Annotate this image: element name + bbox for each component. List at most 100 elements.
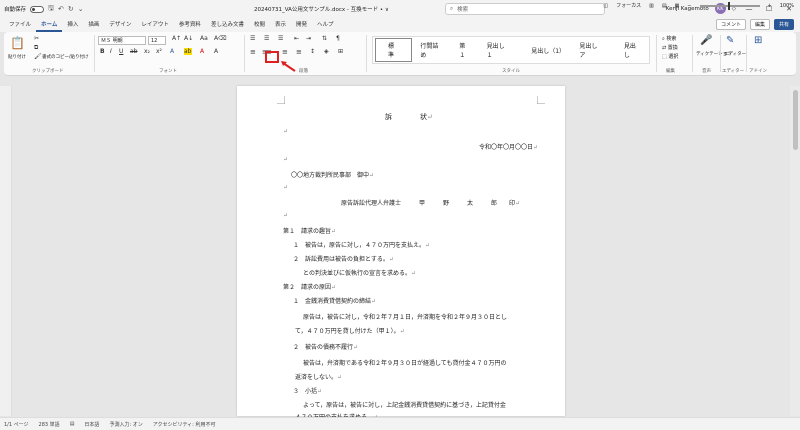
tab-file[interactable]: ファイル xyxy=(4,18,36,32)
decrease-indent-icon[interactable]: ⇤ xyxy=(294,35,299,42)
tab-layout[interactable]: レイアウト xyxy=(136,18,174,32)
show-marks-icon[interactable]: ¶ xyxy=(336,35,340,42)
zoom-slider[interactable] xyxy=(699,1,760,10)
underline-icon[interactable]: U xyxy=(119,48,123,55)
doc-item: ３ 小括↵ xyxy=(293,388,323,395)
accessibility-status[interactable]: アクセシビリティ: 利用不可 xyxy=(153,421,216,428)
clear-format-icon[interactable]: A⌫ xyxy=(214,35,227,42)
format-painter-label[interactable]: 書式のコピー/貼り付け xyxy=(42,54,89,60)
line-spacing-icon[interactable]: ↕ xyxy=(310,48,315,55)
redo-icon[interactable]: ↻ xyxy=(68,5,74,13)
paragraph-mark: ↵ xyxy=(283,184,289,191)
shrink-font-icon[interactable]: A↓ xyxy=(184,35,193,42)
italic-icon[interactable]: I xyxy=(110,48,112,55)
microphone-icon[interactable]: 🎤 xyxy=(700,35,712,46)
tab-review[interactable]: 校閲 xyxy=(249,18,270,32)
highlight-icon[interactable]: ab xyxy=(184,48,192,55)
divider xyxy=(94,35,95,72)
editor-icon[interactable]: ✎ xyxy=(726,35,734,46)
language[interactable]: 日本語 xyxy=(84,421,99,428)
doc-text: 返済をしない。↵ xyxy=(295,374,343,381)
editor-label[interactable]: エディター xyxy=(724,51,746,57)
undo-icon[interactable]: ↶ xyxy=(58,5,64,13)
strikethrough-icon[interactable]: ab xyxy=(130,48,138,55)
focus-mode[interactable]: フォーカス xyxy=(616,2,641,9)
addins-icon[interactable]: ⊞ xyxy=(754,35,762,46)
grow-font-icon[interactable]: A↑ xyxy=(172,35,181,42)
shading-icon[interactable]: ◈ xyxy=(324,48,329,55)
tab-developer[interactable]: 開発 xyxy=(291,18,312,32)
doc-text: 原告は，被告に対し，令和２年７月１日，弁済期を令和２年９月３０日とし xyxy=(303,314,508,321)
word-count[interactable]: 283 単語 xyxy=(39,421,60,428)
input-prediction[interactable]: 予測入力: オン xyxy=(109,421,142,428)
share-button[interactable]: 共有 xyxy=(773,19,794,30)
find-button[interactable]: ⌕ 検索 xyxy=(662,35,676,42)
multilevel-list-icon[interactable]: ☰ xyxy=(278,35,283,42)
format-painter-icon[interactable]: 🖌 xyxy=(34,53,42,60)
styles-group-label: スタイル xyxy=(502,69,520,74)
char-shading-icon[interactable]: A xyxy=(214,48,218,55)
borders-icon[interactable]: ⊞ xyxy=(338,48,343,55)
numbering-icon[interactable]: ☰ xyxy=(264,35,269,42)
style-heading-1[interactable]: 見出し １ xyxy=(479,38,524,62)
edit-mode-button[interactable]: 編集 xyxy=(749,19,770,30)
doc-item: １ 被告は，原告に対し，４７０万円を支払え。↵ xyxy=(293,242,431,249)
style-heading-paren1[interactable]: 見出し（1） xyxy=(523,38,571,62)
document-page[interactable]: 訴 状↵ ↵ 令和〇年〇月〇〇日↵ ↵ 〇〇地方裁判所民事部 御中↵ ↵ 原告訴… xyxy=(237,86,565,421)
scrollbar-thumb[interactable] xyxy=(793,90,798,150)
cut-icon[interactable]: ✂ xyxy=(34,35,39,42)
search-box[interactable]: ⌕ 検索 xyxy=(445,3,605,15)
increase-indent-icon[interactable]: ⇥ xyxy=(306,35,311,42)
paste-icon[interactable]: 📋 xyxy=(10,36,25,50)
divider xyxy=(244,35,245,72)
style-heading[interactable]: 見出し xyxy=(616,38,649,62)
style-dai1[interactable]: 第１ xyxy=(451,38,478,62)
align-left-icon[interactable]: ≡ xyxy=(250,48,256,56)
font-group-label: フォント xyxy=(159,69,177,74)
autosave-toggle[interactable] xyxy=(30,5,45,13)
copy-icon[interactable]: ⧉ xyxy=(34,44,38,52)
tab-mailings[interactable]: 差し込み文書 xyxy=(206,18,249,32)
addins-group-label: アドイン xyxy=(749,69,767,74)
proofing-icon[interactable]: ▤ xyxy=(70,421,75,427)
web-layout-icon[interactable]: ▦ xyxy=(675,3,680,9)
doc-court: 〇〇地方裁判所民事部 御中↵ xyxy=(291,172,375,179)
page-count[interactable]: 1/1 ページ xyxy=(4,421,29,428)
zoom-level[interactable]: 100% xyxy=(780,3,794,9)
focus-icon[interactable]: ◫ xyxy=(603,3,608,9)
text-effects-icon[interactable]: A xyxy=(170,48,174,55)
select-label: 選択 xyxy=(668,54,679,60)
font-size-select[interactable]: 12 xyxy=(148,36,166,45)
doc-attorney: 原告訴訟代理人弁護士 甲 野 太 郎 印↵ xyxy=(341,200,521,207)
font-name-select[interactable]: ＭＳ 明朝 xyxy=(98,36,146,45)
style-normal[interactable]: 標準 xyxy=(375,38,413,62)
customize-toolbar-icon[interactable]: ⌄ xyxy=(78,5,84,13)
print-layout-icon[interactable]: ▤ xyxy=(662,3,667,9)
style-no-spacing[interactable]: 行間詰め xyxy=(412,38,451,62)
tab-help[interactable]: ヘルプ xyxy=(312,18,339,32)
read-mode-icon[interactable]: ▥ xyxy=(649,3,654,9)
zoom-out-icon[interactable]: − xyxy=(687,3,691,9)
distributed-icon[interactable]: ≡ xyxy=(296,48,302,56)
comment-button[interactable]: コメント xyxy=(715,19,746,30)
style-heading-a[interactable]: 見出し ア xyxy=(571,38,616,62)
font-color-icon[interactable]: A xyxy=(200,48,204,55)
sort-icon[interactable]: ⇅ xyxy=(322,35,327,42)
document-title[interactable]: 20240731_VA公用文サンプル.docx - 互換モード • ∨ xyxy=(254,5,389,13)
bullets-icon[interactable]: ☰ xyxy=(250,35,255,42)
zoom-in-icon[interactable]: + xyxy=(768,3,772,9)
save-icon[interactable]: 🖫 xyxy=(48,4,54,15)
change-case-icon[interactable]: Aa xyxy=(200,35,208,42)
superscript-icon[interactable]: x² xyxy=(156,48,162,55)
tab-insert[interactable]: 挿入 xyxy=(62,18,83,32)
tab-references[interactable]: 参考資料 xyxy=(174,18,206,32)
tab-view[interactable]: 表示 xyxy=(270,18,291,32)
select-button[interactable]: ⬚ 選択 xyxy=(662,53,678,60)
justify-icon[interactable]: ≡ xyxy=(282,48,288,56)
tab-design[interactable]: デザイン xyxy=(104,18,136,32)
replace-button[interactable]: ⇄ 置換 xyxy=(662,44,678,51)
bold-icon[interactable]: B xyxy=(100,48,105,55)
tab-draw[interactable]: 描画 xyxy=(83,18,104,32)
subscript-icon[interactable]: x₂ xyxy=(144,48,150,55)
tab-home[interactable]: ホーム xyxy=(36,18,63,32)
